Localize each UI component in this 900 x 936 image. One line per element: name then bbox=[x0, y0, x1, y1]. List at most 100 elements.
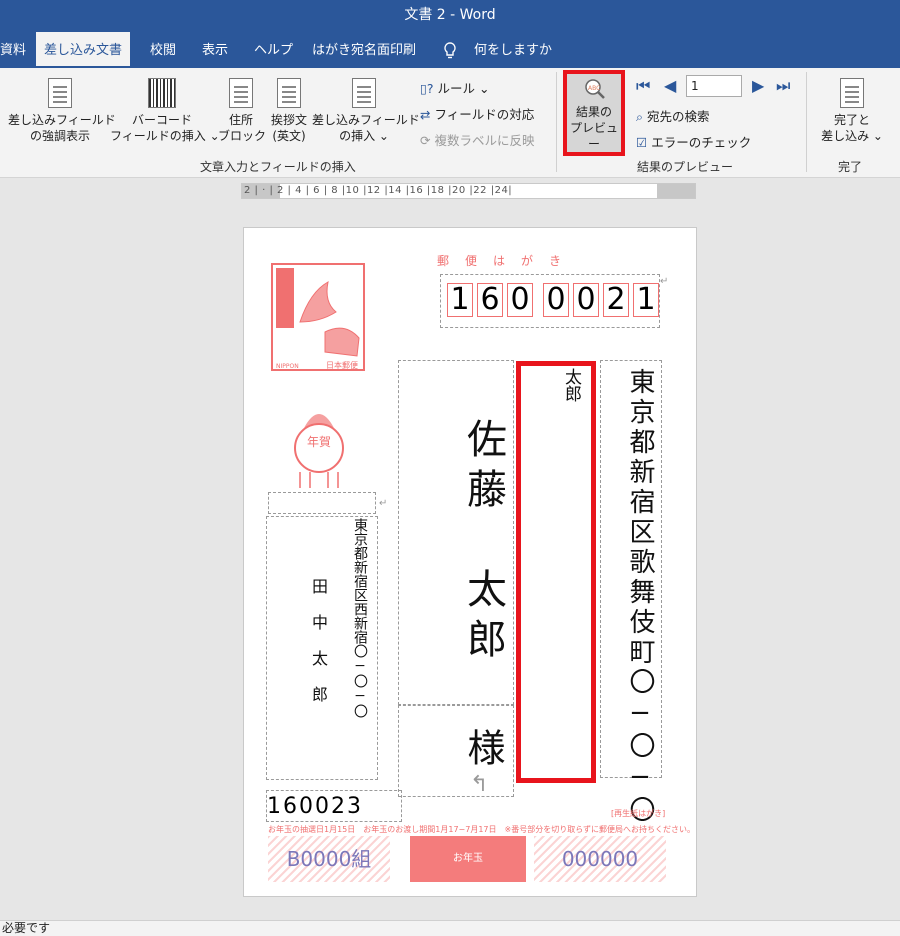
highlight-fields-icon bbox=[48, 78, 72, 108]
tab-postcard-print[interactable]: はがき宛名面印刷 bbox=[304, 32, 424, 68]
group-label-finish: 完了 bbox=[838, 160, 863, 174]
preview-magnifier-icon: ABC bbox=[585, 79, 605, 99]
sender-address: 東京都新宿区西新宿〇−〇−〇 bbox=[352, 518, 368, 718]
next-record-icon[interactable]: ▶ bbox=[752, 76, 764, 95]
sender-name: 田中太郎 bbox=[309, 578, 328, 722]
last-record-icon[interactable]: ⏭ bbox=[776, 76, 790, 96]
tab-review[interactable]: 校閲 bbox=[142, 32, 184, 68]
rules-button[interactable]: ▯? ルール ⌄ bbox=[420, 78, 489, 97]
preview-results-button[interactable]: ABC 結果の プレビュー bbox=[563, 70, 625, 156]
lottery-label: お年玉 bbox=[453, 853, 483, 864]
rules-icon: ▯? bbox=[420, 81, 434, 96]
lottery-group-number: B0000組 bbox=[268, 836, 390, 882]
tell-me-search[interactable]: 何をしますか bbox=[466, 32, 560, 68]
ribbon-tabs: 資料 差し込み文書 校閲 表示 ヘルプ はがき宛名面印刷 何をしますか bbox=[0, 32, 900, 68]
greeting-label-2: (英文) bbox=[272, 129, 306, 143]
address-block-label-2: ブロック bbox=[218, 129, 267, 143]
merge-field-label-2: の挿入 ⌄ bbox=[339, 129, 389, 143]
lottery-center-mark: お年玉 bbox=[410, 836, 526, 882]
status-bar: 必要です bbox=[0, 920, 900, 936]
find-recipient-icon: ⌕ bbox=[636, 109, 644, 124]
postcard-page[interactable]: 郵便はがき 1 6 0 0 0 2 1 NIPPON 日本郵便 年賀 東京都新宿… bbox=[243, 227, 697, 897]
recipient-honorific: 様 bbox=[461, 728, 505, 766]
finish-merge-button[interactable]: 完了と 差し込み ⌄ bbox=[814, 78, 890, 144]
merge-field-icon bbox=[352, 78, 376, 108]
zip-digit: 1 bbox=[633, 283, 659, 317]
first-record-icon[interactable]: ⏮ bbox=[636, 76, 650, 96]
paragraph-mark: ↵ bbox=[660, 276, 669, 287]
match-fields-icon: ⇄ bbox=[420, 107, 431, 122]
recycled-paper-label: [再生紙はがき] bbox=[611, 809, 666, 818]
preview-label-2: プレビュー bbox=[569, 121, 618, 151]
update-labels-button[interactable]: ⟳ 複数ラベルに反映 bbox=[420, 130, 534, 149]
recipient-address: 東京都新宿区歌舞伎町〇−〇−〇 bbox=[625, 368, 655, 826]
check-errors-button[interactable]: ☑ エラーのチェック bbox=[636, 132, 751, 151]
rules-label: ルール ⌄ bbox=[437, 81, 490, 96]
postcard-header: 郵便はがき bbox=[437, 254, 578, 268]
insert-merge-field-button[interactable]: 差し込みフィールド の挿入 ⌄ bbox=[312, 78, 420, 144]
finish-merge-label-2: 差し込み ⌄ bbox=[821, 129, 883, 143]
highlight-fields-button[interactable]: 差し込みフィールド の強調表示 bbox=[8, 78, 116, 144]
insert-barcode-button[interactable]: バーコード フィールドの挿入 ⌄ bbox=[110, 78, 220, 144]
finish-merge-icon bbox=[840, 78, 864, 108]
address-block-icon bbox=[229, 78, 253, 108]
stamp-nippon-text: NIPPON bbox=[276, 363, 299, 370]
svg-text:ABC: ABC bbox=[588, 85, 600, 92]
match-fields-label: フィールドの対応 bbox=[434, 107, 535, 122]
window-title: 文書 2 - Word bbox=[404, 7, 496, 23]
update-labels-label: 複数ラベルに反映 bbox=[434, 133, 535, 148]
check-errors-icon: ☑ bbox=[636, 135, 648, 150]
title-bar: 文書 2 - Word bbox=[0, 0, 900, 32]
recipient-zip-frame: 1 6 0 0 0 2 1 bbox=[440, 274, 660, 328]
tab-help[interactable]: ヘルプ bbox=[246, 32, 301, 68]
tab-references[interactable]: 資料 bbox=[0, 32, 34, 68]
group-label-write-insert: 文章入力とフィールドの挿入 bbox=[200, 160, 356, 174]
preview-label-1: 結果の bbox=[575, 105, 612, 119]
zip-digit: 1 bbox=[447, 283, 473, 317]
zip-digit: 0 bbox=[507, 283, 533, 317]
highlighted-field-frame bbox=[516, 361, 596, 783]
barcode-label-2: フィールドの挿入 ⌄ bbox=[110, 129, 220, 143]
lightbulb-icon bbox=[444, 42, 456, 59]
find-recipient-button[interactable]: ⌕ 宛先の検索 bbox=[636, 106, 710, 125]
find-recipient-label: 宛先の検索 bbox=[647, 109, 710, 124]
horizontal-ruler[interactable]: 2 | · | 2 | 4 | 6 | 8 |10 |12 |14 |16 |1… bbox=[241, 183, 696, 199]
lottery-number: 000000 bbox=[534, 836, 666, 882]
match-fields-button[interactable]: ⇄ フィールドの対応 bbox=[420, 104, 534, 123]
previous-record-icon[interactable]: ◀ bbox=[664, 76, 676, 95]
zip-digit: 2 bbox=[603, 283, 629, 317]
nenga-mark-icon: 年賀 bbox=[294, 414, 344, 488]
address-block-label-1: 住所 bbox=[228, 113, 253, 127]
status-text: 必要です bbox=[2, 921, 51, 935]
barcode-icon bbox=[148, 78, 176, 108]
greeting-line-icon bbox=[277, 78, 301, 108]
address-block-button[interactable]: 住所 ブロック bbox=[218, 78, 267, 144]
greeting-line-button[interactable]: 挨拶文 (英文) bbox=[264, 78, 314, 144]
record-number-input[interactable]: 1 bbox=[686, 75, 742, 97]
finish-merge-label-1: 完了と bbox=[833, 113, 870, 127]
group-label-preview: 結果のプレビュー bbox=[637, 160, 734, 174]
stamp-japan-post-text: 日本郵便 bbox=[326, 360, 358, 370]
recipient-name: 佐藤 太郎 bbox=[460, 418, 506, 668]
zip-digit: 6 bbox=[477, 283, 503, 317]
nenga-text: 年賀 bbox=[307, 435, 331, 449]
tab-view[interactable]: 表示 bbox=[194, 32, 236, 68]
update-labels-icon: ⟳ bbox=[420, 133, 431, 148]
zip-digit: 0 bbox=[573, 283, 599, 317]
sender-extra-frame bbox=[268, 492, 376, 514]
merge-field-label-1: 差し込みフィールド bbox=[312, 113, 420, 127]
lottery-note: お年玉の抽選日1月15日 お年玉のお渡し期間1月17−7月17日 ※番号部分を切… bbox=[268, 825, 696, 834]
tab-mailings[interactable]: 差し込み文書 bbox=[36, 32, 131, 68]
zip-digit: 0 bbox=[543, 283, 569, 317]
highlight-fields-label-2: の強調表示 bbox=[29, 129, 90, 143]
paragraph-mark: ↰ bbox=[470, 772, 489, 797]
ruler-ticks: 2 | · | 2 | 4 | 6 | 8 |10 |12 |14 |16 |1… bbox=[244, 185, 513, 196]
postage-stamp-icon: NIPPON 日本郵便 bbox=[271, 263, 365, 371]
check-errors-label: エラーのチェック bbox=[651, 135, 752, 150]
greeting-label-1: 挨拶文 bbox=[270, 113, 307, 127]
sender-zip: 160023 bbox=[266, 790, 402, 822]
ribbon-separator bbox=[556, 72, 557, 172]
ribbon-separator-2 bbox=[806, 72, 807, 172]
paragraph-mark: ↵ bbox=[379, 498, 388, 509]
barcode-label-1: バーコード bbox=[131, 113, 192, 127]
